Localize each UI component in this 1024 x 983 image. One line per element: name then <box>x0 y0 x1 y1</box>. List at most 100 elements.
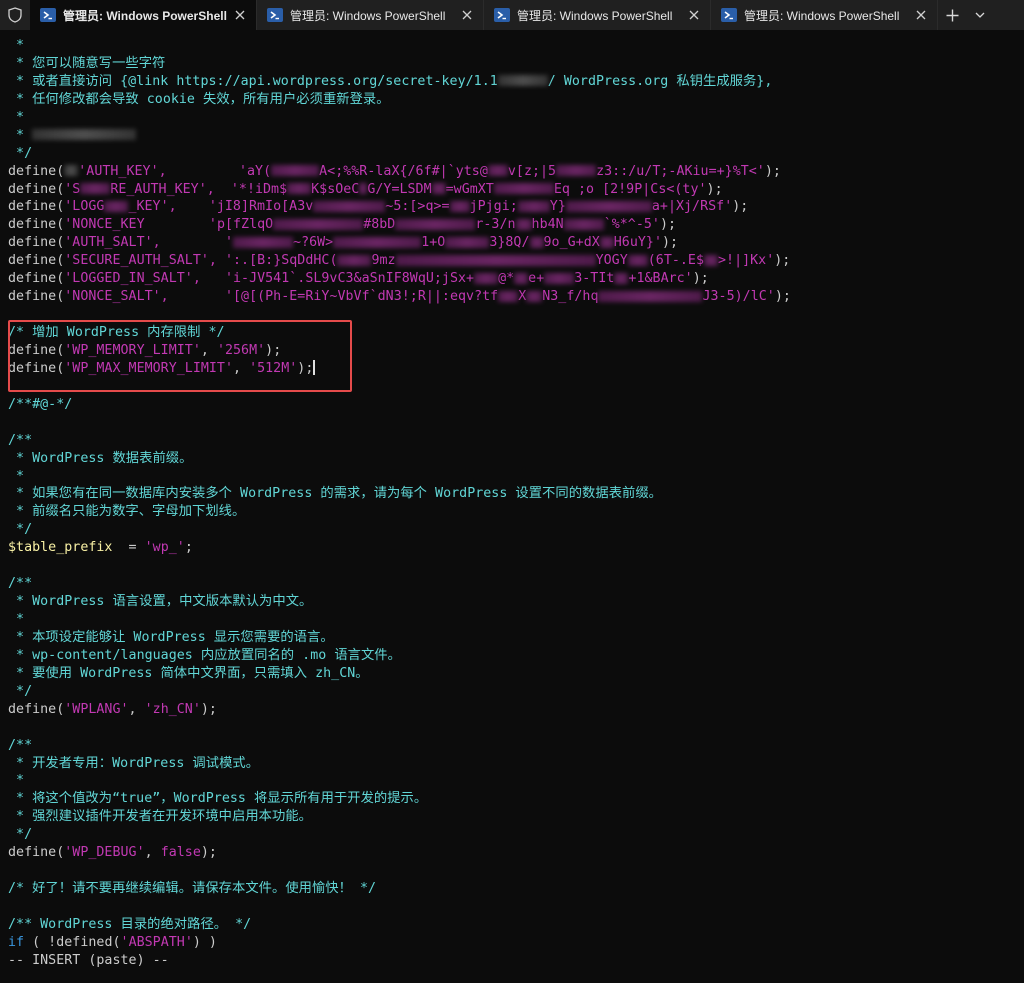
redacted-block <box>64 165 79 177</box>
code-text: ) ) <box>192 934 217 950</box>
code-text: ':.[B:}SqDdHC( <box>224 253 338 269</box>
redacted-block <box>233 236 294 248</box>
chevron-down-icon[interactable] <box>966 0 994 30</box>
code-line: * WordPress 语言设置，中文版本默认为中文。 <box>8 594 313 610</box>
code-text: 'LOGG <box>64 199 105 215</box>
code-text: 'WP_DEBUG' <box>64 845 145 861</box>
tab-powershell-1[interactable]: 管理员: Windows PowerShell <box>30 0 257 30</box>
code-line: * 将这个值改为“true”，WordPress 将显示所有用于开发的提示。 <box>8 791 428 807</box>
code-text: define( <box>8 342 65 358</box>
tab-powershell-3[interactable]: 管理员: Windows PowerShell <box>484 0 711 30</box>
code-text: * 或者直接访问 {@link https://api.wordpress.or… <box>8 73 498 89</box>
redacted-block <box>598 290 703 302</box>
code-text: ); <box>200 701 217 717</box>
code-text: 9mz <box>371 253 396 269</box>
code-text: e+ <box>528 271 545 287</box>
code-text: define( <box>8 701 65 717</box>
code-text: 'WP_MAX_MEMORY_LIMIT' <box>64 360 233 376</box>
code-text: 'LOGGED_IN_SALT', <box>64 271 201 287</box>
code-text: jPjgi; <box>469 199 518 215</box>
code-text: ); <box>692 271 709 287</box>
code-line: */ <box>8 683 33 699</box>
code-text: K$sOeC <box>311 181 360 197</box>
close-icon[interactable] <box>459 7 475 23</box>
redacted-block <box>359 183 368 194</box>
code-line-auth-salt: define('AUTH_SALT', ' ~?6W> 1+O 3}8Q/9o_G+d… <box>8 234 1018 252</box>
code-text: * <box>8 127 33 143</box>
code-text: ~?6W> <box>293 235 334 251</box>
redacted-block <box>449 200 470 212</box>
redacted-block <box>337 254 372 266</box>
code-text: if <box>8 934 25 950</box>
code-text: +1&BArc' <box>628 271 693 287</box>
code-text: 'p[fZlqO <box>208 217 274 233</box>
powershell-icon <box>267 8 283 22</box>
terminal-buffer[interactable]: * * 您可以随意写一些字符 * 或者直接访问 {@link https://a… <box>8 37 1018 970</box>
code-line-max-memory-limit: define('WP_MAX_MEMORY_LIMIT', '512M'); <box>8 360 1018 378</box>
tab-title: 管理员: Windows PowerShell <box>517 8 673 23</box>
code-text: / WordPress.org 私钥生成服务}, <box>547 73 773 89</box>
redacted-block <box>517 200 550 212</box>
code-line-auth-key: define( 'AUTH_KEY', 'aY( A<;%%R-laX{/6f#|`… <box>8 163 1018 181</box>
code-text: 'AUTH_KEY', <box>78 163 167 179</box>
code-text: YOGY <box>595 253 628 269</box>
code-text: 'i-JV541`.SL9vC3&aSnIF8WqU;jSx+ <box>224 271 475 287</box>
code-line: /** <box>8 576 33 592</box>
code-line: /**#@-*/ <box>8 396 73 412</box>
code-text: ); <box>732 199 749 215</box>
code-line: * 如果您有在同一数据库内安装多个 WordPress 的需求，请为每个 Wor… <box>8 486 662 502</box>
redacted-block <box>445 236 490 248</box>
close-icon[interactable] <box>913 7 929 23</box>
code-line: * 开发者专用：WordPress 调试模式。 <box>8 755 260 771</box>
code-text: 9o_G+dX <box>543 235 600 251</box>
redacted-block <box>395 254 596 266</box>
code-text: a+|Xj/RSf' <box>651 199 733 215</box>
code-line: * <box>8 773 25 789</box>
code-text: 'NONCE_KEY <box>64 217 145 233</box>
tabbar-drag-region[interactable] <box>994 0 1024 30</box>
code-line-nonce-salt: define('NONCE_SALT', '[@[(Ph-E=RiY~VbVf`… <box>8 288 1018 306</box>
redacted-block <box>493 183 554 194</box>
close-icon[interactable] <box>232 7 248 23</box>
powershell-icon <box>40 8 56 22</box>
code-text: '512M' <box>249 360 298 376</box>
plus-icon[interactable] <box>938 0 966 30</box>
code-line: * 强烈建议插件开发者在开发环境中启用本功能。 <box>8 809 312 825</box>
redacted-block <box>565 200 652 212</box>
redacted-block <box>487 165 508 177</box>
code-text: ' <box>224 235 234 251</box>
redacted-block <box>313 200 386 212</box>
code-line: * 前缀名只能为数字、字母加下划线。 <box>8 504 246 520</box>
code-line: * wp-content/languages 内应放置同名的 .mo 语言文件。 <box>8 647 401 663</box>
code-text: 'jI8]RmIo[A3v <box>208 199 314 215</box>
redacted-block <box>627 254 648 266</box>
code-text: define( <box>8 181 65 197</box>
code-text: 3}8Q/ <box>489 235 530 251</box>
code-text: RE_AUTH_KEY', <box>110 181 215 197</box>
code-text: $table_prefix <box>8 540 113 556</box>
redacted-block <box>333 236 422 248</box>
code-text: ); <box>764 163 781 179</box>
code-line: * <box>8 38 25 53</box>
code-text: define( <box>8 163 65 179</box>
redacted-block <box>497 75 548 87</box>
code-text: define( <box>8 253 65 269</box>
code-text: J3-5)/lC' <box>702 289 775 305</box>
redacted-block <box>515 218 532 230</box>
code-text: ); <box>297 360 314 376</box>
code-text: 'aY( <box>238 163 272 179</box>
tab-powershell-2[interactable]: 管理员: Windows PowerShell <box>257 0 484 30</box>
code-text: hb4N <box>531 217 564 233</box>
code-text: X <box>518 289 527 305</box>
text-cursor <box>313 360 316 376</box>
close-icon[interactable] <box>686 7 702 23</box>
vim-mode-indicator: -- INSERT (paste) -- <box>8 952 169 968</box>
redacted-block <box>287 183 312 194</box>
code-text: = <box>112 540 145 556</box>
code-text: A<;%%R-laX{/6f#|`yts@ <box>319 163 488 179</box>
code-text: ); <box>706 181 723 197</box>
tab-powershell-4[interactable]: 管理员: Windows PowerShell <box>711 0 938 30</box>
